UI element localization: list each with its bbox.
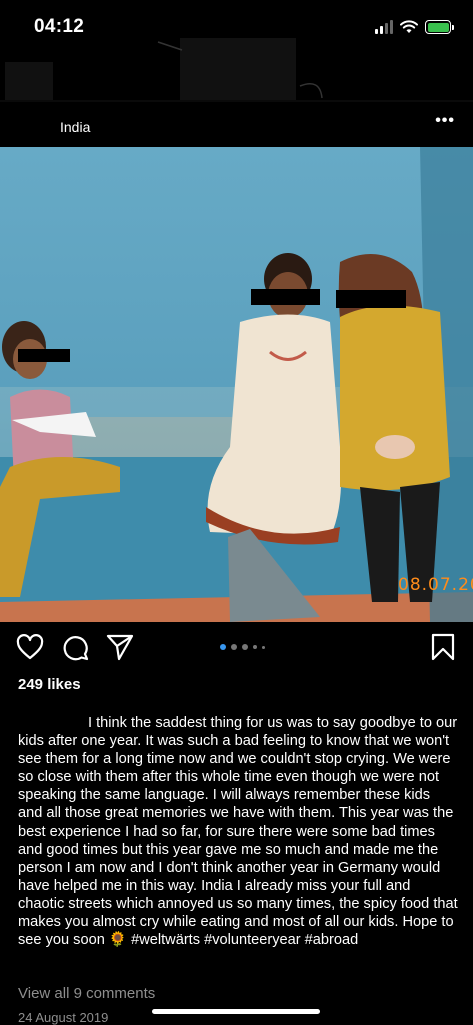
carousel-dot	[253, 645, 257, 649]
photo-date-stamp: 08.07.20	[398, 575, 473, 595]
redaction-scribble	[157, 41, 323, 99]
home-indicator[interactable]	[152, 1009, 320, 1014]
redacted-block	[5, 62, 53, 102]
view-comments-link[interactable]: View all 9 comments	[18, 985, 155, 1002]
status-time: 04:12	[34, 16, 85, 37]
share-icon[interactable]	[106, 633, 134, 661]
carousel-indicator	[220, 644, 265, 650]
photo-illustration	[0, 147, 473, 622]
wifi-icon	[400, 20, 418, 33]
post-photo[interactable]: 08.07.20	[0, 147, 473, 622]
signal-icon	[375, 20, 393, 34]
like-icon[interactable]	[16, 634, 44, 660]
carousel-dot-active	[220, 644, 226, 650]
more-icon[interactable]: •••	[435, 112, 455, 130]
post-date: 24 August 2019	[18, 1010, 109, 1025]
post-caption: I think the saddest thing for us was to …	[18, 715, 458, 949]
avatar[interactable]	[0, 100, 473, 102]
post-location[interactable]: India	[60, 119, 90, 135]
status-icons	[375, 18, 454, 36]
save-icon[interactable]	[431, 633, 455, 661]
like-count[interactable]: 249 likes	[18, 676, 81, 693]
comment-icon[interactable]	[61, 633, 89, 661]
battery-icon	[425, 20, 454, 34]
carousel-dot	[231, 644, 237, 650]
carousel-dot	[242, 644, 248, 650]
carousel-dot	[262, 645, 265, 649]
